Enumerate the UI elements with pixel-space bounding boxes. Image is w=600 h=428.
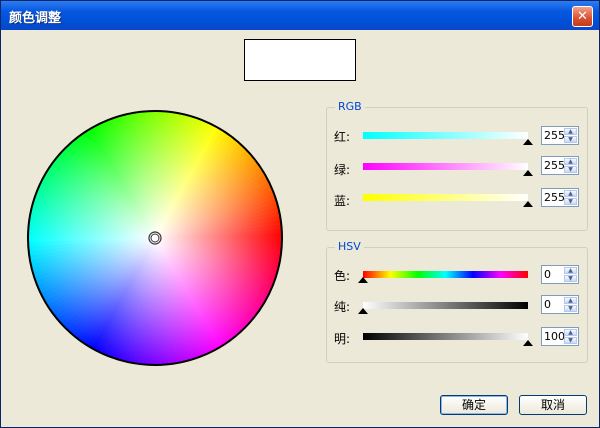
blue-spin-down-button[interactable]: ▼ [564, 198, 577, 205]
hue-spinbox[interactable]: 0 ▲ ▼ [541, 265, 579, 284]
spin-up-icon: ▲ [568, 189, 573, 197]
green-spin-down-button[interactable]: ▼ [564, 166, 577, 173]
hue-spin-up-button[interactable]: ▲ [564, 267, 577, 274]
spin-up-icon: ▲ [568, 157, 573, 165]
cancel-button[interactable]: 取消 [519, 395, 587, 415]
blue-label: 蓝: [334, 194, 351, 208]
close-icon: ✕ [577, 9, 588, 24]
rgb-group-legend: RGB [335, 101, 365, 113]
color-wheel[interactable] [26, 109, 284, 367]
value-slider-thumb[interactable] [523, 340, 533, 346]
window-title: 颜色调整 [9, 11, 62, 26]
blue-spin-up-button[interactable]: ▲ [564, 190, 577, 197]
red-spin-down-button[interactable]: ▼ [564, 136, 577, 143]
saturation-spin-down-button[interactable]: ▼ [564, 305, 577, 312]
green-slider-thumb[interactable] [523, 170, 533, 176]
blue-slider-thumb[interactable] [523, 201, 533, 207]
wheel-picker-handle[interactable] [148, 231, 162, 245]
spin-down-icon: ▼ [568, 274, 573, 282]
spin-down-icon: ▼ [568, 304, 573, 312]
close-button[interactable]: ✕ [572, 6, 593, 27]
red-slider-thumb[interactable] [523, 139, 533, 145]
color-wheel-svg[interactable] [26, 109, 284, 367]
spin-up-icon: ▲ [568, 127, 573, 135]
value-label: 明: [334, 332, 351, 346]
hue-slider-track[interactable] [363, 271, 528, 278]
red-spin-up-button[interactable]: ▲ [564, 128, 577, 135]
saturation-value[interactable]: 0 [544, 298, 551, 312]
hue-label: 色: [334, 269, 351, 283]
spin-up-icon: ▲ [568, 266, 573, 274]
green-spinbox[interactable]: 255 ▲ ▼ [541, 156, 579, 175]
title-bar[interactable]: 颜色调整 ✕ [1, 1, 599, 30]
saturation-slider-track[interactable] [363, 302, 528, 309]
blue-spinbox[interactable]: 255 ▲ ▼ [541, 188, 579, 207]
saturation-slider-thumb[interactable] [358, 308, 368, 314]
hsv-group-legend: HSV [335, 241, 364, 253]
green-value[interactable]: 255 [544, 159, 565, 173]
red-slider-track[interactable] [363, 132, 528, 139]
value-slider-track[interactable] [363, 333, 528, 340]
hue-spin-down-button[interactable]: ▼ [564, 275, 577, 282]
value-spin-down-button[interactable]: ▼ [564, 337, 577, 344]
value-spin-up-button[interactable]: ▲ [564, 329, 577, 336]
hue-slider-thumb[interactable] [358, 277, 368, 283]
saturation-spin-up-button[interactable]: ▲ [564, 297, 577, 304]
color-preview-swatch [244, 39, 356, 81]
red-value[interactable]: 255 [544, 129, 565, 143]
spin-down-icon: ▼ [568, 336, 573, 344]
saturation-spinbox[interactable]: 0 ▲ ▼ [541, 295, 579, 314]
red-label: 红: [334, 130, 351, 144]
color-adjust-dialog: 颜色调整 ✕ RGB 红: 255 ▲ ▼ 绿: 255 ▲ ▼ 蓝: 255 … [0, 0, 600, 428]
blue-value[interactable]: 255 [544, 191, 565, 205]
saturation-label: 纯: [334, 300, 351, 314]
blue-slider-track[interactable] [363, 194, 528, 201]
spin-down-icon: ▼ [568, 165, 573, 173]
spin-up-icon: ▲ [568, 328, 573, 336]
value-value[interactable]: 100 [544, 330, 565, 344]
spin-up-icon: ▲ [568, 296, 573, 304]
green-label: 绿: [334, 163, 351, 177]
red-spinbox[interactable]: 255 ▲ ▼ [541, 126, 579, 145]
spin-down-icon: ▼ [568, 197, 573, 205]
hue-value[interactable]: 0 [544, 268, 551, 282]
green-slider-track[interactable] [363, 163, 528, 170]
value-spinbox[interactable]: 100 ▲ ▼ [541, 327, 579, 346]
ok-button[interactable]: 确定 [440, 395, 508, 415]
spin-down-icon: ▼ [568, 135, 573, 143]
green-spin-up-button[interactable]: ▲ [564, 158, 577, 165]
